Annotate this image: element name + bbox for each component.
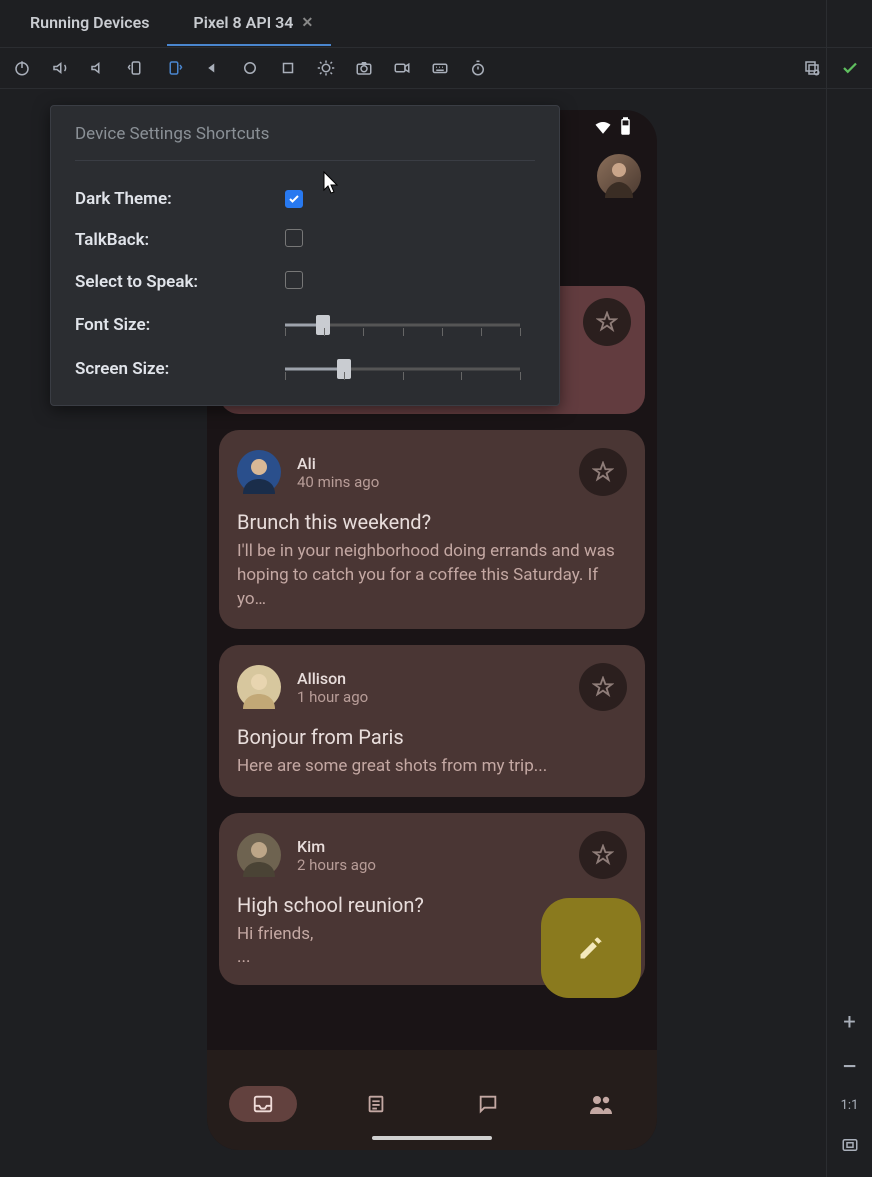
- email-time: 1 hour ago: [297, 688, 563, 706]
- nav-chat[interactable]: [454, 1086, 522, 1122]
- right-sidebar: + − 1:1: [826, 0, 872, 1177]
- zoom-ratio[interactable]: 1:1: [841, 1098, 859, 1113]
- battery-icon: [620, 117, 631, 139]
- close-icon[interactable]: ✕: [301, 15, 313, 31]
- wifi-icon: [594, 119, 612, 138]
- email-subject: Brunch this weekend?: [237, 510, 627, 534]
- home-indicator[interactable]: [372, 1136, 492, 1140]
- select-to-speak-row: Select to Speak:: [75, 271, 535, 293]
- nav-articles[interactable]: [342, 1086, 410, 1122]
- dark-theme-row: Dark Theme:: [75, 189, 535, 209]
- font-size-slider[interactable]: [285, 313, 520, 337]
- tab-label: Pixel 8 API 34: [193, 13, 293, 32]
- font-size-row: Font Size:: [75, 313, 535, 337]
- star-button[interactable]: [579, 448, 627, 496]
- star-button[interactable]: [579, 663, 627, 711]
- sender-avatar: [237, 665, 281, 709]
- screen-size-label: Screen Size:: [75, 359, 285, 379]
- tab-pixel-device[interactable]: Pixel 8 API 34 ✕: [167, 1, 331, 46]
- zoom-out-icon[interactable]: −: [838, 1054, 862, 1078]
- bottom-nav: [207, 1050, 657, 1150]
- back-icon[interactable]: [200, 56, 224, 80]
- tab-label: Running Devices: [30, 13, 149, 32]
- rotate-left-icon[interactable]: [124, 56, 148, 80]
- timer-icon[interactable]: [466, 56, 490, 80]
- zoom-in-icon[interactable]: +: [838, 1010, 862, 1034]
- email-card[interactable]: Ali 40 mins ago Brunch this weekend? I'l…: [219, 430, 645, 629]
- email-snippet: Here are some great shots from my trip..…: [237, 755, 627, 779]
- select-to-speak-label: Select to Speak:: [75, 272, 285, 292]
- mouse-cursor-icon: [322, 170, 342, 200]
- email-time: 40 mins ago: [297, 473, 563, 491]
- bug-icon[interactable]: [314, 56, 338, 80]
- email-time: 2 hours ago: [297, 856, 563, 874]
- fit-screen-icon[interactable]: [838, 1133, 862, 1157]
- home-icon[interactable]: [238, 56, 262, 80]
- sender-avatar: [237, 450, 281, 494]
- sender-name: Kim: [297, 837, 563, 856]
- star-button[interactable]: [583, 298, 631, 346]
- star-button[interactable]: [579, 831, 627, 879]
- snapshot-icon[interactable]: [800, 56, 824, 80]
- overview-icon[interactable]: [276, 56, 300, 80]
- keyboard-icon[interactable]: [428, 56, 452, 80]
- toolbar: [0, 48, 872, 89]
- volume-up-icon[interactable]: [48, 56, 72, 80]
- video-icon[interactable]: [390, 56, 414, 80]
- nav-inbox[interactable]: [229, 1086, 297, 1122]
- dark-theme-label: Dark Theme:: [75, 189, 285, 209]
- sender-name: Ali: [297, 454, 563, 473]
- compose-fab[interactable]: [541, 898, 641, 998]
- rotate-right-icon[interactable]: [162, 56, 186, 80]
- device-settings-popup: Device Settings Shortcuts Dark Theme: Ta…: [50, 105, 560, 406]
- talkback-row: TalkBack:: [75, 229, 535, 251]
- power-icon[interactable]: [10, 56, 34, 80]
- email-subject: Bonjour from Paris: [237, 725, 627, 749]
- select-to-speak-checkbox[interactable]: [285, 271, 303, 289]
- camera-icon[interactable]: [352, 56, 376, 80]
- font-size-label: Font Size:: [75, 315, 285, 335]
- tab-running-devices[interactable]: Running Devices: [12, 1, 167, 46]
- sender-name: Allison: [297, 669, 563, 688]
- talkback-label: TalkBack:: [75, 230, 285, 250]
- profile-avatar[interactable]: [597, 154, 641, 198]
- dark-theme-checkbox[interactable]: [285, 190, 303, 208]
- screen-size-row: Screen Size:: [75, 357, 535, 381]
- settings-title: Device Settings Shortcuts: [75, 124, 535, 161]
- nav-people[interactable]: [567, 1086, 635, 1122]
- talkback-checkbox[interactable]: [285, 229, 303, 247]
- tabs-bar: Running Devices Pixel 8 API 34 ✕: [0, 0, 872, 48]
- email-snippet: I'll be in your neighborhood doing erran…: [237, 540, 627, 611]
- email-card[interactable]: Allison 1 hour ago Bonjour from Paris He…: [219, 645, 645, 797]
- volume-down-icon[interactable]: [86, 56, 110, 80]
- sender-avatar: [237, 833, 281, 877]
- screen-size-slider[interactable]: [285, 357, 520, 381]
